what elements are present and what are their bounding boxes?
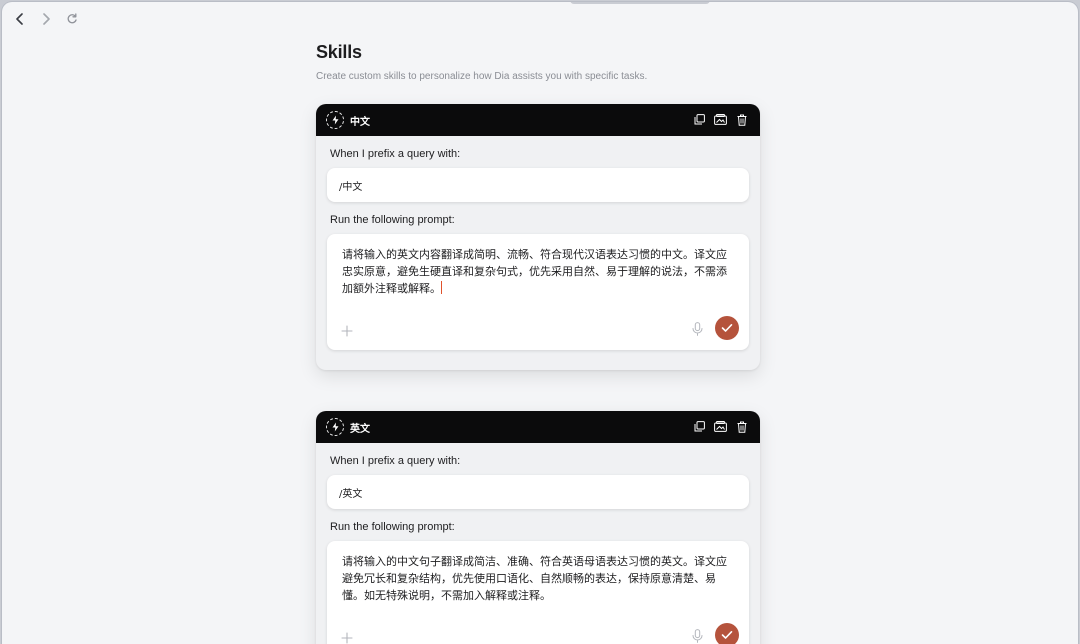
skill-card: 英文 When I prefix a query with: /英文 Run t… (316, 411, 760, 644)
navigation-controls (10, 10, 82, 28)
prompt-text: 请将输入的英文内容翻译成简明、流畅、符合现代汉语表达习惯的中文。译文应忠实原意，… (342, 248, 727, 295)
save-button[interactable] (715, 316, 739, 340)
window-notch (570, 2, 710, 4)
forward-icon (43, 13, 50, 25)
trash-icon[interactable] (735, 419, 748, 434)
add-icon[interactable] (341, 324, 353, 337)
add-icon[interactable] (341, 631, 353, 644)
prompt-label: Run the following prompt: (330, 521, 455, 533)
check-icon (721, 324, 733, 332)
reload-icon (67, 13, 77, 24)
skill-card-header: 英文 (316, 411, 760, 443)
skill-bolt-icon (326, 418, 344, 436)
text-caret (441, 281, 442, 294)
trash-icon[interactable] (735, 112, 748, 127)
skill-card: 中文 When I prefix a query with: /中文 Run t… (316, 104, 760, 370)
skill-bolt-icon (326, 111, 344, 129)
back-icon (16, 13, 23, 25)
duplicate-icon[interactable] (693, 419, 706, 434)
mic-icon[interactable] (692, 629, 703, 643)
prefix-input[interactable]: /中文 (327, 168, 749, 202)
skill-name: 英文 (350, 423, 370, 435)
skill-name: 中文 (350, 116, 370, 128)
prefix-input[interactable]: /英文 (327, 475, 749, 509)
share-icon[interactable] (714, 419, 727, 434)
check-icon (721, 631, 733, 639)
prefix-label: When I prefix a query with: (330, 455, 461, 467)
forward-button[interactable] (36, 10, 56, 28)
skill-card-header: 中文 (316, 104, 760, 136)
prompt-textarea[interactable]: 请将输入的英文内容翻译成简明、流畅、符合现代汉语表达习惯的中文。译文应忠实原意，… (327, 234, 749, 350)
reload-button[interactable] (62, 10, 82, 28)
mic-icon[interactable] (692, 322, 703, 336)
page-title: Skills (316, 42, 362, 62)
prompt-text: 请将输入的中文句子翻译成简洁、准确、符合英语母语表达习惯的英文。译文应避免冗长和… (342, 555, 727, 602)
save-button[interactable] (715, 623, 739, 644)
duplicate-icon[interactable] (693, 112, 706, 127)
page-subtitle: Create custom skills to personalize how … (316, 71, 648, 82)
share-icon[interactable] (714, 112, 727, 127)
prompt-textarea[interactable]: 请将输入的中文句子翻译成简洁、准确、符合英语母语表达习惯的英文。译文应避免冗长和… (327, 541, 749, 644)
prompt-label: Run the following prompt: (330, 214, 455, 226)
prefix-label: When I prefix a query with: (330, 148, 461, 160)
back-button[interactable] (10, 10, 30, 28)
skills-header: Skills Create custom skills to personali… (316, 40, 760, 82)
